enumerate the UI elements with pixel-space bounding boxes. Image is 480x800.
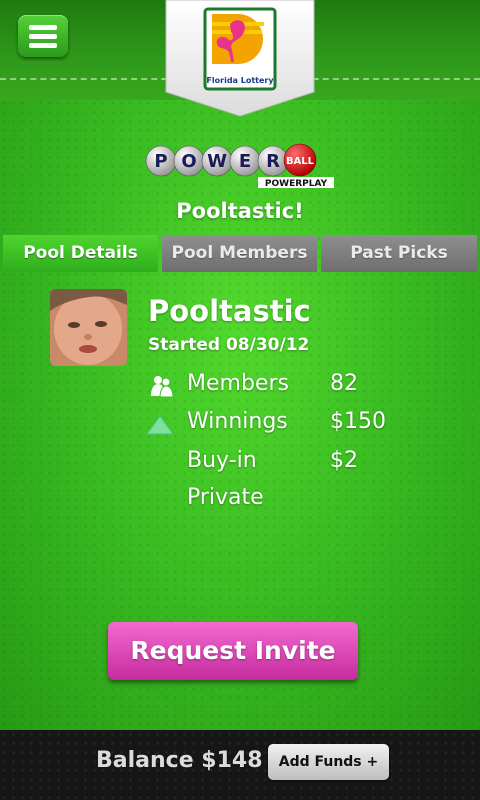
hamburger-line [29,34,57,39]
request-invite-button[interactable]: Request Invite [108,622,358,680]
svg-text:O: O [181,151,196,172]
page-title: Pooltastic! [176,199,304,223]
brand-logo-text: Florida Lottery [206,76,274,85]
florida-lottery-logo[interactable]: Florida Lottery [164,0,316,118]
powerball-logo-icon: P O W E R BALL POWERPLAY [145,143,334,189]
menu-button[interactable] [18,15,68,57]
stat-buyin-label: Buy-in [187,448,257,473]
balance-text: Balance $148 [96,748,263,773]
svg-text:W: W [207,151,227,172]
stat-buyin-value: $2 [330,448,358,473]
stat-members-label: Members [187,371,289,396]
hamburger-line [29,43,57,48]
hamburger-menu-icon [29,25,57,30]
pool-name: Pooltastic [148,294,311,328]
pool-start-date: Started 08/30/12 [148,335,310,355]
svg-text:P: P [154,151,167,172]
avatar [50,289,127,366]
add-funds-button[interactable]: Add Funds + [268,744,389,780]
stat-members-value: 82 [330,371,358,396]
up-arrow-icon [146,415,174,435]
tab-pool-details[interactable]: Pool Details [3,235,158,272]
tab-past-picks[interactable]: Past Picks [321,235,477,272]
stat-private-label: Private [187,485,264,510]
svg-text:E: E [239,151,251,172]
powerplay-text: POWERPLAY [265,179,328,189]
stat-winnings-label: Winnings [187,409,288,434]
svg-text:BALL: BALL [286,156,315,167]
svg-text:R: R [266,151,280,172]
stat-winnings-value: $150 [330,409,386,434]
members-icon [151,376,174,398]
tab-pool-members[interactable]: Pool Members [162,235,317,272]
